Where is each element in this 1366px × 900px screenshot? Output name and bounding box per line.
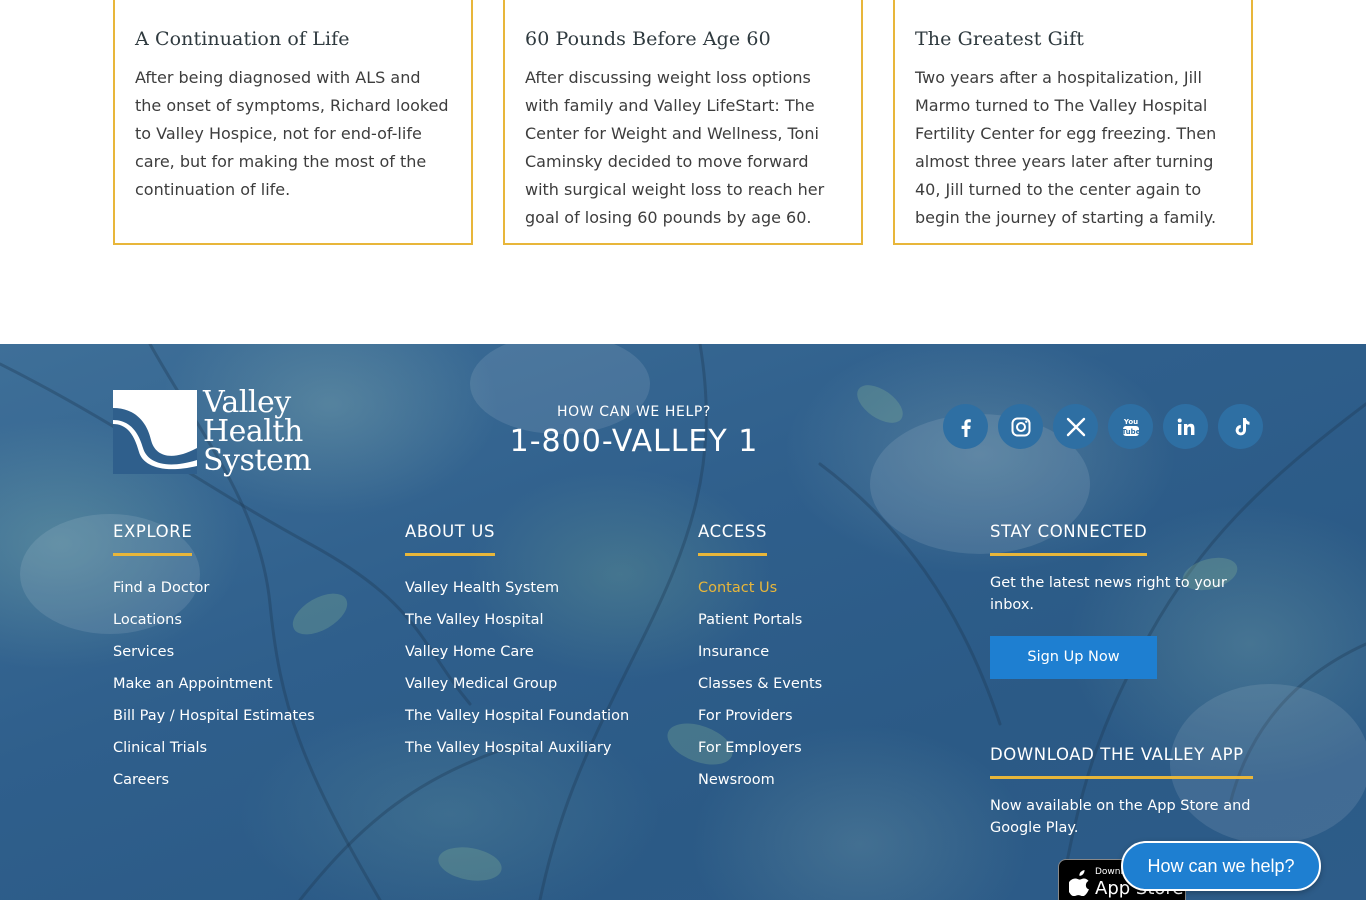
linkedin-icon[interactable] [1163,404,1208,449]
story-card[interactable]: The Greatest Gift Two years after a hosp… [893,0,1253,245]
about-link[interactable]: Valley Home Care [405,636,629,668]
explore-link[interactable]: Bill Pay / Hospital Estimates [113,700,315,732]
story-body: After being diagnosed with ALS and the o… [135,68,449,199]
access-link[interactable]: Classes & Events [698,668,822,700]
valley-health-logo[interactable]: Valley Health System [113,388,313,478]
apple-icon [1069,870,1089,896]
newsletter-text: Get the latest news right to your inbox. [990,575,1227,613]
instagram-icon[interactable] [998,404,1043,449]
youtube-icon[interactable]: You Tube [1108,404,1153,449]
access-links: Contact Us Patient Portals Insurance Cla… [698,572,822,796]
stay-connected-heading: STAY CONNECTED [990,522,1148,556]
app-availability-text: Now available on the App Store and Googl… [990,798,1251,836]
about-link[interactable]: Valley Health System [405,572,629,604]
story-title[interactable]: 60 Pounds Before Age 60 [525,28,841,50]
logo-line-system: System [203,443,312,478]
logo-line-valley: Valley [203,385,291,420]
about-link[interactable]: Valley Medical Group [405,668,629,700]
access-link[interactable]: For Employers [698,732,822,764]
svg-text:Tube: Tube [1121,428,1140,436]
explore-link[interactable]: Locations [113,604,315,636]
sign-up-button[interactable]: Sign Up Now [990,636,1157,679]
logo-mark-icon [113,390,197,474]
access-heading: ACCESS [698,522,768,556]
about-links: Valley Health System The Valley Hospital… [405,572,629,764]
about-link[interactable]: The Valley Hospital Foundation [405,700,629,732]
chat-help-button[interactable]: How can we help? [1121,841,1321,891]
story-body: After discussing weight loss options wit… [525,68,825,227]
download-app-heading: DOWNLOAD THE VALLEY APP [990,745,1253,779]
access-column: ACCESS Contact Us Patient Portals Insura… [698,522,822,796]
phone-number-link[interactable]: 1-800-VALLEY 1 [500,424,768,459]
story-card[interactable]: A Continuation of Life After being diagn… [113,0,473,245]
story-card[interactable]: 60 Pounds Before Age 60 After discussing… [503,0,863,245]
access-link[interactable]: For Providers [698,700,822,732]
site-footer: Valley Health System HOW CAN WE HELP? 1-… [0,344,1366,900]
explore-link[interactable]: Make an Appointment [113,668,315,700]
logo-line-health: Health [203,414,303,449]
logo-wordmark: Valley Health System [203,385,312,478]
x-twitter-icon[interactable] [1053,404,1098,449]
explore-heading: EXPLORE [113,522,193,556]
access-link[interactable]: Patient Portals [698,604,822,636]
help-block: HOW CAN WE HELP? 1-800-VALLEY 1 [500,404,768,459]
story-title[interactable]: A Continuation of Life [135,28,451,50]
social-links: You Tube [943,404,1263,449]
explore-link[interactable]: Clinical Trials [113,732,315,764]
contact-us-link[interactable]: Contact Us [698,572,822,604]
explore-link[interactable]: Find a Doctor [113,572,315,604]
about-link[interactable]: The Valley Hospital [405,604,629,636]
explore-column: EXPLORE Find a Doctor Locations Services… [113,522,315,796]
about-column: ABOUT US Valley Health System The Valley… [405,522,629,764]
svg-text:You: You [1122,418,1137,426]
about-link[interactable]: The Valley Hospital Auxiliary [405,732,629,764]
tiktok-icon[interactable] [1218,404,1263,449]
help-label: HOW CAN WE HELP? [557,404,711,420]
about-heading: ABOUT US [405,522,496,556]
explore-links: Find a Doctor Locations Services Make an… [113,572,315,796]
story-title[interactable]: The Greatest Gift [915,28,1231,50]
explore-link[interactable]: Careers [113,764,315,796]
access-link[interactable]: Newsroom [698,764,822,796]
facebook-icon[interactable] [943,404,988,449]
stories-section: A Continuation of Life After being diagn… [0,0,1366,344]
explore-link[interactable]: Services [113,636,315,668]
story-body: Two years after a hospitalization, Jill … [915,68,1217,227]
stay-connected-column: STAY CONNECTED Get the latest news right… [990,522,1253,900]
access-link[interactable]: Insurance [698,636,822,668]
